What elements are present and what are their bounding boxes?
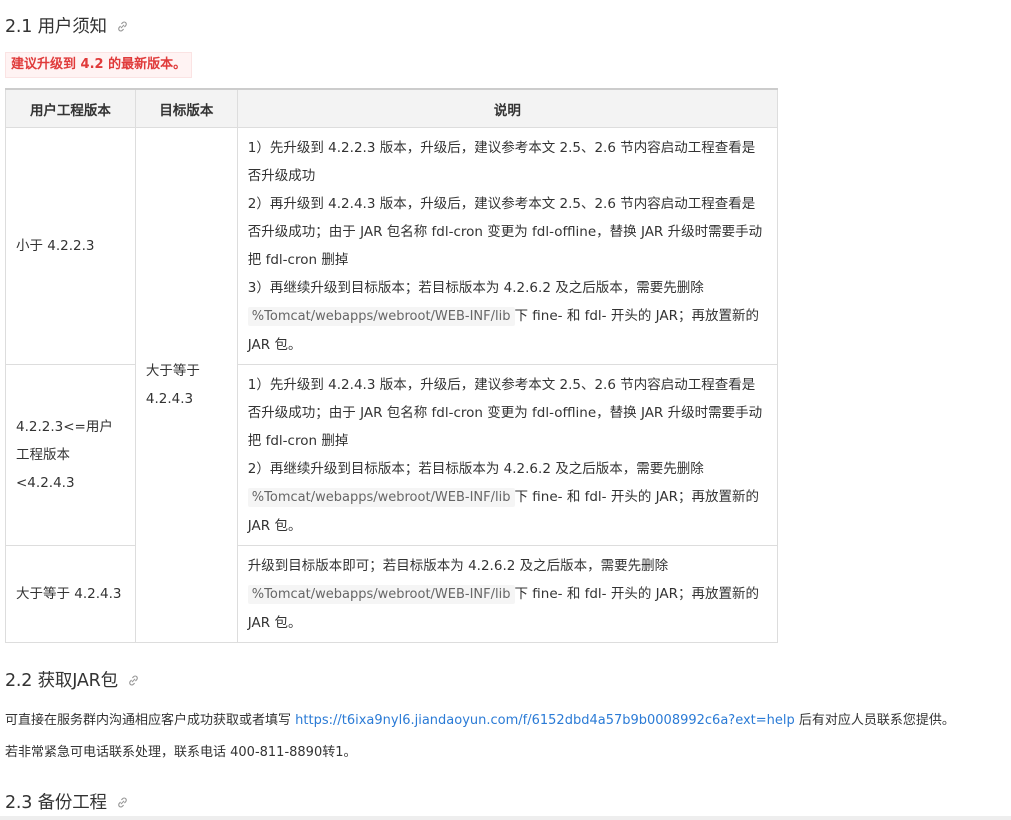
upgrade-notice: 建议升级到 4.2 的最新版本。 [5,52,193,78]
section-heading-2-2: 2.2 获取JAR包 [5,664,140,694]
upgrade-table: 用户工程版本 目标版本 说明 小于 4.2.2.3 大于等于 4.2.4.3 1… [5,88,779,643]
bottom-divider [0,816,1011,820]
cell-description: 1）先升级到 4.2.4.3 版本，升级后，建议参考本文 2.5、2.6 节内容… [236,364,779,546]
link-icon[interactable] [116,796,129,809]
table-row: 大于等于 4.2.4.3 升级到目标版本即可；若目标版本为 4.2.6.2 及之… [5,545,779,643]
desc-step: 3）再继续升级到目标版本；若目标版本为 4.2.6.2 及之后版本，需要先删除 … [247,274,767,359]
section-heading-2-3: 2.3 备份工程 [5,786,129,816]
link-icon[interactable] [116,20,129,33]
desc-step: 1）先升级到 4.2.2.3 版本，升级后，建议参考本文 2.5、2.6 节内容… [247,140,756,184]
paragraph-text: 后有对应人员联系您提供。 [798,713,955,728]
cell-description: 升级到目标版本即可；若目标版本为 4.2.6.2 及之后版本，需要先删除 %To… [236,545,779,643]
cell-description: 1）先升级到 4.2.2.3 版本，升级后，建议参考本文 2.5、2.6 节内容… [236,127,779,365]
link-icon[interactable] [127,674,140,687]
section-heading-2-1: 2.1 用户须知 [5,10,129,40]
cell-target-version: 大于等于 4.2.4.3 [134,127,238,643]
phone-contact-paragraph: 若非常紧急可电话联系处理，联系电话 400-811-8890转1。 [5,745,357,760]
desc-step: 2）再升级到 4.2.4.3 版本，升级后，建议参考本文 2.5、2.6 节内容… [247,196,763,268]
paragraph-text: 可直接在服务群内沟通相应客户成功获取或者填写 [5,713,292,728]
desc-step: 2）再继续升级到目标版本；若目标版本为 4.2.6.2 及之后版本，需要先删除 … [247,455,767,540]
table-row: 4.2.2.3<=用户工程版本<4.2.4.3 1）先升级到 4.2.4.3 版… [5,364,779,546]
path-code: %Tomcat/webapps/webroot/WEB-INF/lib [247,585,515,604]
cell-user-version: 4.2.2.3<=用户工程版本<4.2.4.3 [5,364,136,546]
cell-user-version: 小于 4.2.2.3 [5,127,136,365]
desc-text: 升级到目标版本即可；若目标版本为 4.2.6.2 及之后版本，需要先删除 [247,558,669,574]
column-header-target-version: 目标版本 [134,88,238,128]
jar-request-paragraph: 可直接在服务群内沟通相应客户成功获取或者填写 https://t6ixa9nyl… [5,709,955,728]
path-code: %Tomcat/webapps/webroot/WEB-INF/lib [247,488,515,507]
cell-user-version: 大于等于 4.2.4.3 [5,545,136,643]
section-title: 2.2 获取JAR包 [5,670,118,691]
column-header-user-version: 用户工程版本 [5,88,136,128]
section-title: 2.3 备份工程 [5,792,107,813]
table-row: 小于 4.2.2.3 大于等于 4.2.4.3 1）先升级到 4.2.2.3 版… [5,127,779,643]
desc-text: 3）再继续升级到目标版本；若目标版本为 4.2.6.2 及之后版本，需要先删除 [247,280,704,296]
desc-text: 2）再继续升级到目标版本；若目标版本为 4.2.6.2 及之后版本，需要先删除 [247,461,704,477]
column-header-description: 说明 [236,88,779,128]
table-header-row: 用户工程版本 目标版本 说明 [5,88,779,128]
jar-request-link[interactable]: https://t6ixa9nyl6.jiandaoyun.com/f/6152… [295,713,795,728]
section-title: 2.1 用户须知 [5,16,107,37]
desc-step: 升级到目标版本即可；若目标版本为 4.2.6.2 及之后版本，需要先删除 %To… [247,552,767,637]
desc-step: 1）先升级到 4.2.4.3 版本，升级后，建议参考本文 2.5、2.6 节内容… [247,377,763,449]
path-code: %Tomcat/webapps/webroot/WEB-INF/lib [247,307,515,326]
